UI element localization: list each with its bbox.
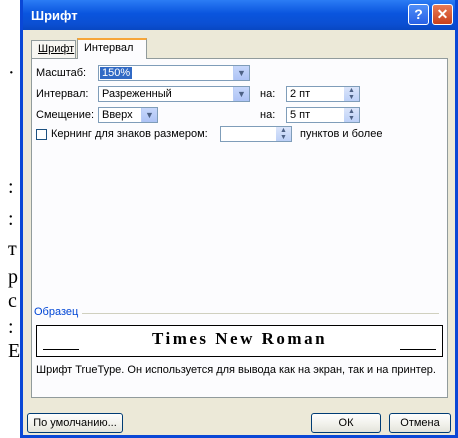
position-label: Смещение: bbox=[36, 109, 95, 121]
spacing-by-value: 2 пт bbox=[290, 88, 311, 100]
spinner-arrows-icon[interactable]: ▲ ▼ bbox=[344, 108, 359, 122]
ok-button[interactable]: ОК bbox=[311, 413, 381, 433]
background-glyph: р bbox=[8, 266, 18, 288]
position-select[interactable]: Вверх ▼ bbox=[98, 107, 158, 123]
spacing-value: Разреженный bbox=[102, 88, 172, 100]
font-info-text: Шрифт TrueType. Он используется для выво… bbox=[36, 364, 436, 376]
background-glyph: : bbox=[8, 176, 14, 198]
help-button[interactable]: ? bbox=[408, 4, 429, 25]
kerning-label: Кернинг для знаков размером: bbox=[51, 128, 208, 140]
sample-label: Образец bbox=[34, 306, 83, 318]
tab-interval[interactable]: Интервал bbox=[77, 38, 147, 59]
sample-divider bbox=[40, 313, 439, 314]
position-by-value: 5 пт bbox=[290, 109, 311, 121]
spinner-arrows-icon[interactable]: ▲ ▼ bbox=[344, 87, 359, 101]
preview-text: Times New Roman bbox=[151, 329, 328, 348]
cancel-button[interactable]: Отмена bbox=[389, 413, 451, 433]
background-glyph: Е bbox=[8, 340, 21, 362]
spacing-select[interactable]: Разреженный ▼ bbox=[98, 86, 250, 102]
spinner-arrows-icon[interactable]: ▲ ▼ bbox=[276, 127, 291, 141]
background-glyph: : bbox=[8, 316, 14, 338]
tab-label: Шрифт bbox=[38, 43, 75, 55]
background-glyph: : bbox=[8, 208, 14, 230]
chevron-down-icon[interactable]: ▼ bbox=[141, 108, 157, 122]
scale-select[interactable]: 150% ▼ bbox=[98, 65, 250, 81]
chevron-down-icon[interactable]: ▼ bbox=[233, 66, 249, 80]
scale-label: Масштаб: bbox=[36, 67, 87, 79]
tab-label: Интервал bbox=[84, 42, 134, 54]
default-button[interactable]: По умолчанию... bbox=[27, 413, 123, 433]
position-value: Вверх bbox=[102, 109, 133, 121]
preview-rule-right bbox=[400, 349, 436, 350]
kerning-size-spinner[interactable]: ▲ ▼ bbox=[220, 126, 292, 142]
kerning-checkbox[interactable] bbox=[36, 129, 47, 140]
position-by-label: на: bbox=[260, 109, 276, 121]
kerning-suffix: пунктов и более bbox=[300, 128, 383, 140]
background-glyph: т bbox=[8, 238, 17, 260]
font-dialog: Шрифт ? ✕ Шрифт Интервал Масштаб: 150% ▼… bbox=[20, 0, 458, 438]
title-bar[interactable]: Шрифт ? ✕ bbox=[23, 0, 455, 30]
close-button[interactable]: ✕ bbox=[432, 4, 453, 25]
chevron-down-icon[interactable]: ▼ bbox=[233, 87, 249, 101]
interval-panel: Масштаб: 150% ▼ Интервал: Разреженный ▼ … bbox=[31, 58, 448, 398]
spacing-by-spinner[interactable]: 2 пт ▲ ▼ bbox=[286, 86, 360, 102]
spacing-by-label: на: bbox=[260, 88, 276, 100]
background-glyph: с bbox=[8, 290, 17, 312]
preview-rule-left bbox=[43, 349, 79, 350]
sample-preview: Times New Roman bbox=[36, 325, 443, 357]
scale-value: 150% bbox=[100, 67, 133, 79]
spacing-label: Интервал: bbox=[36, 88, 89, 100]
background-glyph: · bbox=[8, 62, 15, 84]
position-by-spinner[interactable]: 5 пт ▲ ▼ bbox=[286, 107, 360, 123]
dialog-title: Шрифт bbox=[31, 8, 78, 23]
tab-font[interactable]: Шрифт bbox=[31, 40, 76, 58]
